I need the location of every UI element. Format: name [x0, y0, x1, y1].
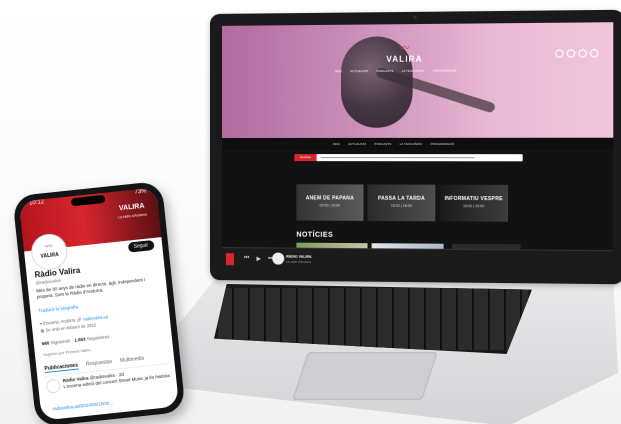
laptop-lid: 〰 VALIRA INICI ACTUALITAT PODCASTS LA TE…	[210, 9, 621, 285]
status-battery: 73%	[134, 188, 147, 196]
follow-counts[interactable]: 660 Siguiendo 1.553 Seguidores	[42, 334, 110, 346]
following-count: 660	[41, 340, 50, 347]
calendar-icon: ▦	[40, 327, 45, 334]
section-title: NOTÍCIES	[296, 231, 334, 239]
link-icon: 🔗	[76, 316, 83, 323]
top-nav-item[interactable]: PODCASTS	[376, 69, 393, 73]
profile-handle: @radiovalira	[35, 277, 61, 286]
nav-item[interactable]: INICI	[333, 142, 340, 146]
follow-button[interactable]: Seguir	[127, 239, 155, 253]
instagram-icon[interactable]	[566, 49, 576, 58]
laptop-trackpad	[292, 352, 438, 400]
tab-replies[interactable]: Respuestas	[86, 359, 113, 369]
nav-item[interactable]: PODCASTS	[374, 142, 391, 146]
top-nav-item[interactable]: LA TEVA RÀDIO	[402, 69, 425, 73]
top-nav-item[interactable]: ACTUALITAT	[350, 69, 368, 73]
previous-icon[interactable]: ⏮	[244, 255, 249, 262]
station-avatar	[272, 252, 285, 265]
top-nav: INICI ACTUALITAT PODCASTS LA TEVA RÀDIO …	[335, 69, 456, 74]
radio-player: ⏮ ▶ ⏭ RÀDIO VALIRA La ràdio d'Andorra	[221, 247, 614, 274]
show-cards: ANEM DE PAPANA 09:00 | 10:00 PASSA LA TA…	[296, 184, 509, 222]
logo-wave-icon: 〰	[399, 43, 410, 55]
location-icon: ⌖	[39, 321, 43, 327]
followers-count: 1.553	[73, 336, 86, 343]
phone-screen: VALIRA La ràdio d'Andorra 10:12 73% 〰 VAL…	[18, 187, 180, 421]
play-icon[interactable]: ▶	[256, 255, 261, 262]
player-station: RÀDIO VALIRA	[286, 254, 312, 259]
tab-posts[interactable]: Publicaciones	[44, 362, 79, 374]
product-mockup: 〰 VALIRA INICI ACTUALITAT PODCASTS LA TE…	[0, 0, 621, 424]
profile-meta: ⌖ Encamp, Andorra 🔗 radiovalira.ad ▦ Se …	[39, 307, 164, 334]
tab-media[interactable]: Multimedia	[120, 356, 145, 365]
player-subtitle: La ràdio d'Andorra	[286, 259, 312, 264]
show-title: INFORMATIU VESPRE	[444, 195, 503, 203]
youtube-icon[interactable]	[589, 49, 599, 58]
live-icon[interactable]	[225, 253, 234, 266]
show-hours: 19:00 | 20:00	[463, 204, 485, 209]
nav-item[interactable]: ACTUALITAT	[348, 142, 366, 146]
banner-logo: VALIRA La ràdio d'Andorra	[118, 202, 148, 220]
social-icons	[555, 49, 599, 58]
laptop-screen: 〰 VALIRA INICI ACTUALITAT PODCASTS LA TE…	[221, 22, 614, 274]
hero-banner: 〰 VALIRA INICI ACTUALITAT PODCASTS LA TE…	[221, 22, 614, 138]
facebook-icon[interactable]	[555, 49, 564, 58]
show-card[interactable]: ANEM DE PAPANA 09:00 | 10:00	[296, 184, 364, 221]
show-hours: 09:00 | 10:00	[319, 203, 341, 208]
site-logo[interactable]: 〰 VALIRA	[384, 43, 425, 64]
translate-bio-link[interactable]: Traducir la biografía	[38, 304, 78, 313]
tweet-link[interactable]: radiovalira.ad/2024/06/15/str...	[52, 400, 113, 411]
top-nav-item[interactable]: INICI	[335, 69, 342, 73]
ticker-tag: Notícies	[294, 154, 317, 162]
show-hours: 15:00 | 18:00	[390, 203, 412, 208]
show-card[interactable]: PASSA LA TARDA 15:00 | 18:00	[367, 184, 436, 222]
show-title: PASSA LA TARDA	[377, 195, 425, 202]
webcam	[413, 15, 417, 20]
show-title: ANEM DE PAPANA	[305, 195, 355, 202]
main-navbar: INICI ACTUALITAT PODCASTS LA TEVA RÀDIO …	[221, 137, 614, 151]
nav-item[interactable]: LA TEVA RÀDIO	[400, 142, 423, 146]
show-card[interactable]: INFORMATIU VESPRE 19:00 | 20:00	[439, 184, 509, 222]
smartphone: VALIRA La ràdio d'Andorra 10:12 73% 〰 VAL…	[12, 180, 186, 424]
status-time: 10:12	[28, 199, 45, 207]
nav-item[interactable]: PROGRAMACIÓ	[431, 142, 455, 146]
top-nav-item[interactable]: PROGRAMACIÓ	[433, 69, 457, 73]
tweet-avatar	[45, 378, 62, 394]
twitter-icon[interactable]	[578, 49, 587, 58]
news-ticker[interactable]: Notícies	[294, 154, 523, 162]
followed-by: Seguido por Premsa Valira	[42, 347, 91, 358]
